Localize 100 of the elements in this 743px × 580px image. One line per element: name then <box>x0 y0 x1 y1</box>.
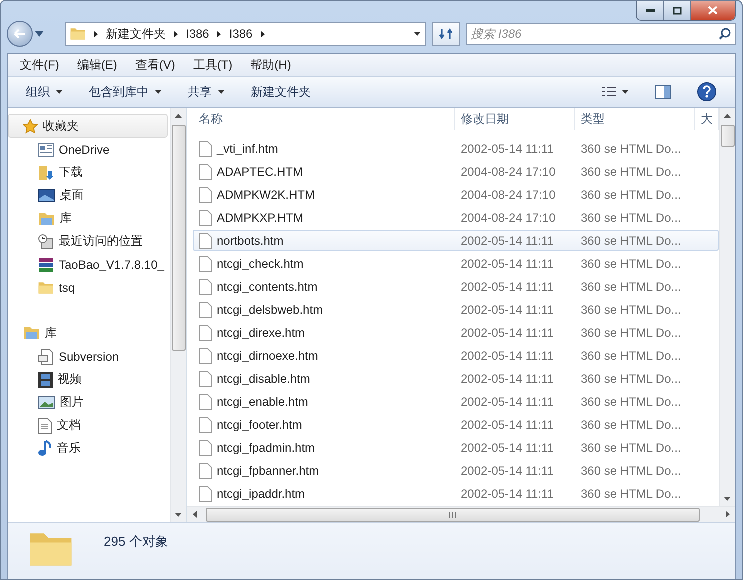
file-row[interactable]: ntcgi_check.htm 2002-05-14 11:11 360 se HTML Do... <box>193 253 719 274</box>
minimize-icon <box>646 9 654 12</box>
toolbar-button[interactable]: 包含到库中 <box>79 80 172 104</box>
file-row[interactable]: ntcgi_delsbweb.htm 2002-05-14 11:11 360 se HTML Do... <box>193 299 719 320</box>
column-header[interactable]: 名称 <box>193 108 455 130</box>
file-icon <box>199 302 212 318</box>
file-row[interactable]: ntcgi_ipaddr.htm 2002-05-14 11:11 360 se HTML Do... <box>193 483 719 504</box>
file-name: ntcgi_delsbweb.htm <box>217 302 324 316</box>
date-cell-text: 2002-05-14 11:11 <box>460 302 555 318</box>
back-button[interactable] <box>7 21 33 47</box>
folder-icon <box>38 280 54 294</box>
refresh-button[interactable] <box>432 22 460 46</box>
breadcrumb[interactable]: I386 <box>186 27 210 41</box>
sidebar-item[interactable]: OneDrive <box>8 138 170 161</box>
item-count: 295 个对象 <box>104 533 168 551</box>
sidebar-item[interactable]: Subversion <box>8 345 170 368</box>
scroll-thumb[interactable] <box>720 125 734 147</box>
column-header[interactable]: 类型 <box>575 108 695 130</box>
address-bar[interactable]: 新建文件夹 I386 I386 <box>65 22 426 46</box>
list-view-icon <box>602 86 616 98</box>
preview-pane-icon <box>655 85 671 99</box>
file-row[interactable]: ntcgi_fpadmin.htm 2002-05-14 11:11 360 se HTML Do... <box>193 437 719 458</box>
type-cell-text: 360 se HTML Do... <box>580 278 682 296</box>
scroll-thumb[interactable] <box>172 125 186 351</box>
breadcrumb[interactable]: 新建文件夹 <box>106 26 166 42</box>
menu-item[interactable]: 文件(F) <box>12 54 68 76</box>
file-icon <box>199 462 212 478</box>
date-cell-text: 2002-05-14 11:11 <box>460 394 555 410</box>
sidebar-item[interactable]: 视频 <box>8 368 170 391</box>
sidebar-item[interactable]: 最近访问的位置 <box>8 230 170 253</box>
scroll-down-icon[interactable] <box>175 512 182 516</box>
scroll-thumb[interactable] <box>206 508 700 522</box>
column-header[interactable]: 修改日期 <box>455 108 575 130</box>
scroll-up-icon[interactable] <box>175 114 182 118</box>
file-row[interactable]: ntcgi_enable.htm 2002-05-14 11:11 360 se HTML Do... <box>193 391 719 412</box>
breadcrumb[interactable]: I386 <box>229 27 253 41</box>
chevron-right-icon[interactable] <box>217 30 222 38</box>
date-cell-text: 2002-05-14 11:11 <box>460 370 555 388</box>
file-row[interactable]: ntcgi_fpbanner.htm 2002-05-14 11:11 360 se HTML Do... <box>193 460 719 481</box>
file-icon <box>199 164 212 180</box>
file-row[interactable]: ntcgi_disable.htm 2002-05-14 11:11 360 se HTML Do... <box>193 368 719 389</box>
horizontal-scrollbar[interactable] <box>187 506 735 522</box>
file-name: ADAPTEC.HTM <box>217 164 304 178</box>
toolbar-button[interactable]: 新建文件夹 <box>241 80 321 104</box>
type-cell-text: 360 se HTML Do... <box>580 210 682 226</box>
chevron-right-icon[interactable] <box>260 30 265 38</box>
file-row[interactable]: ntcgi_contents.htm 2002-05-14 11:11 360 se HTML Do... <box>193 276 719 297</box>
toolbar-button[interactable]: 共享 <box>178 80 235 104</box>
chevron-right-icon[interactable] <box>94 30 98 38</box>
file-row[interactable]: _vti_inf.htm 2002-05-14 11:11 360 se HTML Do... <box>193 138 719 159</box>
menu-item[interactable]: 帮助(H) <box>242 54 300 76</box>
sidebar-item[interactable]: 图片 <box>8 391 170 414</box>
search-field[interactable]: 搜索 I386 <box>466 23 736 45</box>
file-row[interactable]: ntcgi_footer.htm 2002-05-14 11:11 360 se HTML Do... <box>193 414 719 435</box>
file-name: ntcgi_dirnoexe.htm <box>217 348 318 362</box>
sidebar-group[interactable]: 收藏夹 <box>8 114 168 138</box>
sidebar-item[interactable]: 音乐 <box>8 437 170 460</box>
recent-places-icon <box>38 234 54 250</box>
music-note-icon <box>38 440 52 457</box>
sidebar-item[interactable]: 下载 <box>8 161 170 184</box>
back-arrow-icon <box>14 29 26 39</box>
sidebar-item[interactable]: TaoBao_V1.7.8.10_ <box>8 253 170 276</box>
file-row[interactable]: ntcgi_dirnoexe.htm 2002-05-14 11:11 360 se HTML Do... <box>193 345 719 366</box>
file-name: ntcgi_check.htm <box>217 256 304 270</box>
file-row[interactable]: ntcgi_direxe.htm 2002-05-14 11:11 360 se HTML Do... <box>193 322 719 343</box>
scroll-right-icon[interactable] <box>726 511 730 518</box>
scrollbar[interactable] <box>719 108 735 506</box>
caret-icon <box>155 90 162 94</box>
caret-icon <box>622 90 629 94</box>
date-cell-text: 2004-08-24 17:10 <box>460 186 557 204</box>
menu-item[interactable]: 编辑(E) <box>69 54 126 76</box>
date-cell-text: 2002-05-14 11:11 <box>460 140 555 158</box>
file-row[interactable]: ADAPTEC.HTM 2004-08-24 17:10 360 se HTML Do... <box>193 161 719 182</box>
file-icon <box>199 324 212 340</box>
file-icon <box>199 370 212 386</box>
minimize-button[interactable] <box>637 1 663 20</box>
sidebar-item[interactable]: tsq <box>8 276 170 299</box>
menu-item[interactable]: 查看(V) <box>127 54 184 76</box>
sidebar-item[interactable]: 桌面 <box>8 184 170 207</box>
maximize-button[interactable] <box>663 1 690 20</box>
sidebar-item[interactable]: 文档 <box>8 414 170 437</box>
scroll-left-icon[interactable] <box>192 511 196 518</box>
sidebar-group[interactable]: 库 <box>8 321 168 345</box>
type-cell-text: 360 se HTML Do... <box>580 140 682 158</box>
file-row[interactable]: nortbots.htm 2002-05-14 11:11 360 se HTML Do... <box>193 230 719 251</box>
scroll-down-icon[interactable] <box>724 496 731 500</box>
date-cell-text: 2002-05-14 11:11 <box>460 324 555 342</box>
chevron-right-icon[interactable] <box>174 30 178 38</box>
file-row[interactable]: ADMPKXP.HTM 2004-08-24 17:10 360 se HTML Do... <box>193 207 719 228</box>
file-icon <box>199 140 212 156</box>
file-icon <box>199 210 212 226</box>
toolbar-button[interactable]: 组织 <box>16 80 73 104</box>
menu-item[interactable]: 工具(T) <box>185 54 241 76</box>
scrollbar[interactable] <box>170 108 186 522</box>
file-row[interactable]: ADMPKW2K.HTM 2004-08-24 17:10 360 se HTML Do... <box>193 184 719 205</box>
history-dropdown-icon[interactable] <box>35 31 44 37</box>
close-button[interactable] <box>690 1 735 20</box>
type-cell-text: 360 se HTML Do... <box>580 370 682 388</box>
scroll-up-icon[interactable] <box>724 114 731 118</box>
sidebar-item[interactable]: 库 <box>8 207 170 230</box>
